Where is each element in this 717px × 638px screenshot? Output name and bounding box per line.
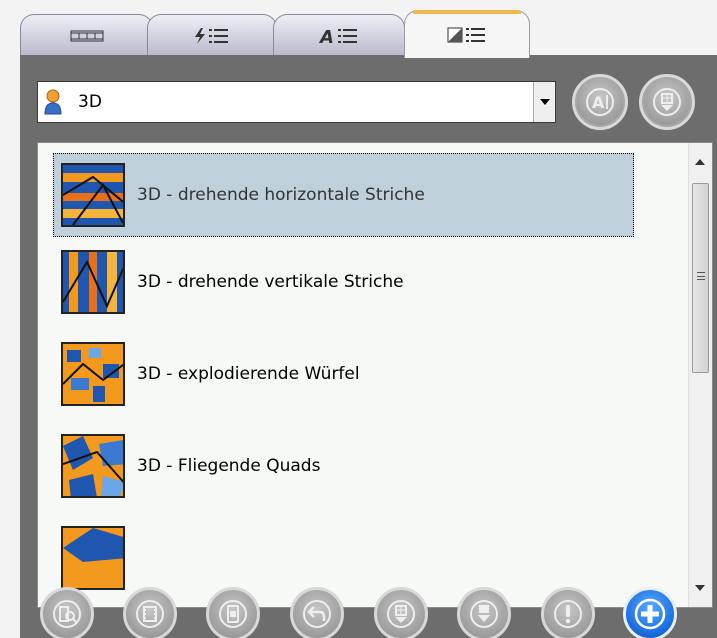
transition-list[interactable]: 3D - drehende horizontale Striche 3D - d… [37, 142, 713, 608]
list-item[interactable]: 3D - explodierende Würfel [53, 332, 634, 416]
preview-button[interactable] [40, 587, 94, 638]
tab-text[interactable]: A [273, 14, 405, 56]
scroll-up-icon[interactable] [695, 159, 705, 165]
person-icon [44, 89, 62, 115]
phone-button[interactable] [206, 587, 260, 638]
text-list-icon: A [318, 26, 360, 46]
transition-thumbnail [61, 163, 125, 227]
bottom-toolbar [20, 587, 717, 638]
category-select[interactable]: 3D [37, 81, 556, 123]
transition-thumbnail [61, 250, 125, 314]
transition-thumbnail [61, 434, 125, 498]
scroll-thumb[interactable] [692, 183, 709, 373]
vertical-scrollbar[interactable] [688, 143, 712, 607]
film-strip-icon [70, 29, 104, 43]
undo-button[interactable] [290, 587, 344, 638]
add-button[interactable] [623, 587, 677, 638]
svg-text:A: A [592, 93, 605, 112]
tab-video[interactable] [20, 14, 153, 56]
list-item-label: 3D - explodierende Würfel [137, 364, 360, 384]
film-button[interactable] [123, 587, 177, 638]
transitions-panel: 3D A 3D - drehende horizontale Striche 3… [20, 55, 717, 638]
list-item[interactable] [53, 516, 634, 600]
category-value: 3D [78, 92, 102, 112]
lightning-list-icon [191, 26, 233, 46]
grip-icon [697, 272, 705, 280]
list-item-label: 3D - Fliegende Quads [137, 456, 321, 476]
move-down-button-bottom[interactable] [374, 587, 428, 638]
transition-thumbnail [61, 526, 125, 590]
move-down-button[interactable] [639, 74, 695, 130]
list-item[interactable]: 3D - drehende vertikale Striche [53, 240, 634, 324]
tab-transitions[interactable] [404, 10, 530, 58]
transition-list-icon [446, 25, 488, 45]
scroll-down-icon[interactable] [695, 585, 705, 591]
insert-button[interactable] [457, 587, 511, 638]
list-item-label: 3D - drehende horizontale Striche [137, 185, 425, 205]
rename-button[interactable]: A [572, 74, 628, 130]
svg-text:A: A [318, 27, 334, 46]
list-item[interactable]: 3D - Fliegende Quads [53, 424, 634, 508]
warning-button[interactable] [541, 587, 595, 638]
tab-strip: A [20, 8, 717, 58]
transition-thumbnail [61, 342, 125, 406]
list-item[interactable]: 3D - drehende horizontale Striche [53, 153, 634, 237]
tab-effects[interactable] [147, 14, 277, 56]
list-item-label: 3D - drehende vertikale Striche [137, 272, 404, 292]
chevron-down-icon[interactable] [533, 82, 555, 122]
